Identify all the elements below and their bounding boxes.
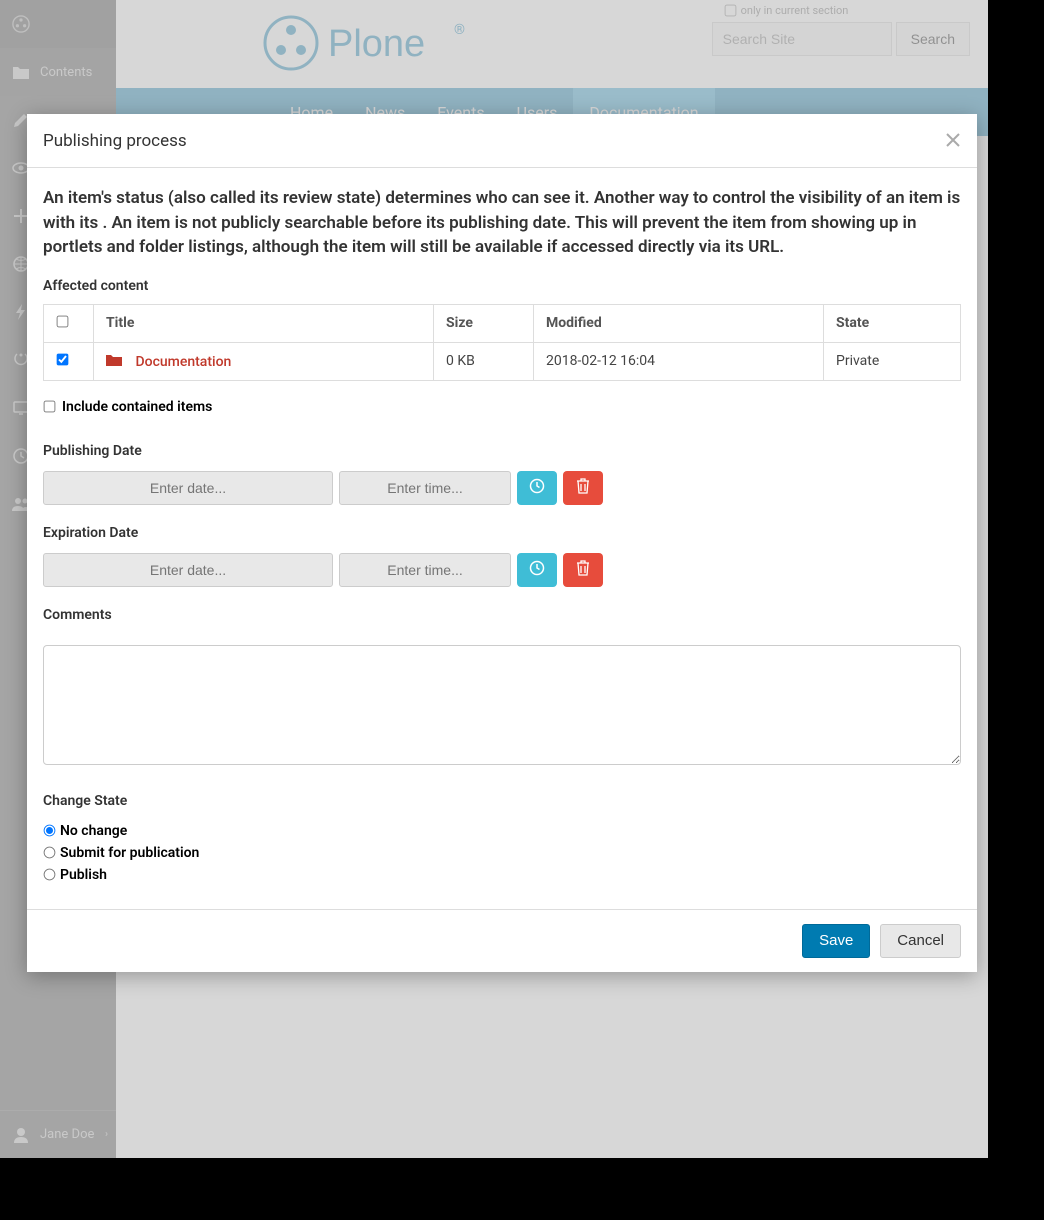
radio-no-change[interactable]: [44, 825, 56, 837]
modal-footer: Save Cancel: [27, 909, 977, 972]
row-checkbox[interactable]: [57, 354, 69, 366]
affected-content-table: Title Size Modified State Documentati: [43, 304, 961, 381]
th-state: State: [824, 304, 961, 342]
trash-icon: [576, 560, 590, 579]
comments-textarea[interactable]: [43, 645, 961, 765]
radio-publish-label: Publish: [60, 867, 107, 883]
include-contained-row: Include contained items: [43, 399, 961, 415]
expiration-now-button[interactable]: [517, 553, 557, 587]
radio-submit[interactable]: [44, 847, 56, 859]
publishing-clear-button[interactable]: [563, 471, 603, 505]
modal-header: Publishing process: [27, 114, 977, 168]
affected-content-label: Affected content: [43, 278, 961, 294]
publishing-date-row: [43, 471, 961, 505]
cancel-button[interactable]: Cancel: [880, 924, 961, 958]
radio-publish[interactable]: [44, 869, 56, 881]
intro-text: An item's status (also called its review…: [43, 186, 961, 260]
row-state: Private: [824, 342, 961, 380]
publishing-modal: Publishing process An item's status (als…: [27, 114, 977, 972]
row-title-link[interactable]: Documentation: [135, 354, 231, 370]
publishing-now-button[interactable]: [517, 471, 557, 505]
comments-label: Comments: [43, 607, 961, 623]
clock-icon: [529, 560, 545, 579]
trash-icon: [576, 478, 590, 497]
change-state-label: Change State: [43, 793, 961, 809]
th-modified: Modified: [534, 304, 824, 342]
th-size: Size: [434, 304, 534, 342]
radio-no-change-label: No change: [60, 823, 127, 839]
expiration-time-input[interactable]: [339, 553, 511, 587]
folder-icon: [106, 354, 125, 370]
radio-submit-label: Submit for publication: [60, 845, 199, 861]
expiration-date-label: Expiration Date: [43, 525, 961, 541]
change-state-radio-group: No change Submit for publication Publish: [43, 823, 961, 883]
save-button[interactable]: Save: [802, 924, 870, 958]
publishing-time-input[interactable]: [339, 471, 511, 505]
include-contained-label: Include contained items: [62, 399, 212, 415]
table-row: Documentation 0 KB 2018-02-12 16:04 Priv…: [44, 342, 961, 380]
expiration-date-input[interactable]: [43, 553, 333, 587]
select-all-checkbox[interactable]: [57, 316, 69, 328]
intro-after: . An item is not publicly searchable bef…: [43, 213, 916, 258]
row-size: 0 KB: [434, 342, 534, 380]
close-icon[interactable]: [941, 128, 965, 152]
publishing-date-input[interactable]: [43, 471, 333, 505]
modal-title: Publishing process: [43, 131, 187, 151]
expiration-date-row: [43, 553, 961, 587]
publishing-date-label: Publishing Date: [43, 443, 961, 459]
include-contained-checkbox[interactable]: [44, 401, 56, 413]
expiration-clear-button[interactable]: [563, 553, 603, 587]
row-modified: 2018-02-12 16:04: [534, 342, 824, 380]
clock-icon: [529, 478, 545, 497]
th-title: Title: [94, 304, 434, 342]
modal-body: An item's status (also called its review…: [27, 168, 977, 909]
